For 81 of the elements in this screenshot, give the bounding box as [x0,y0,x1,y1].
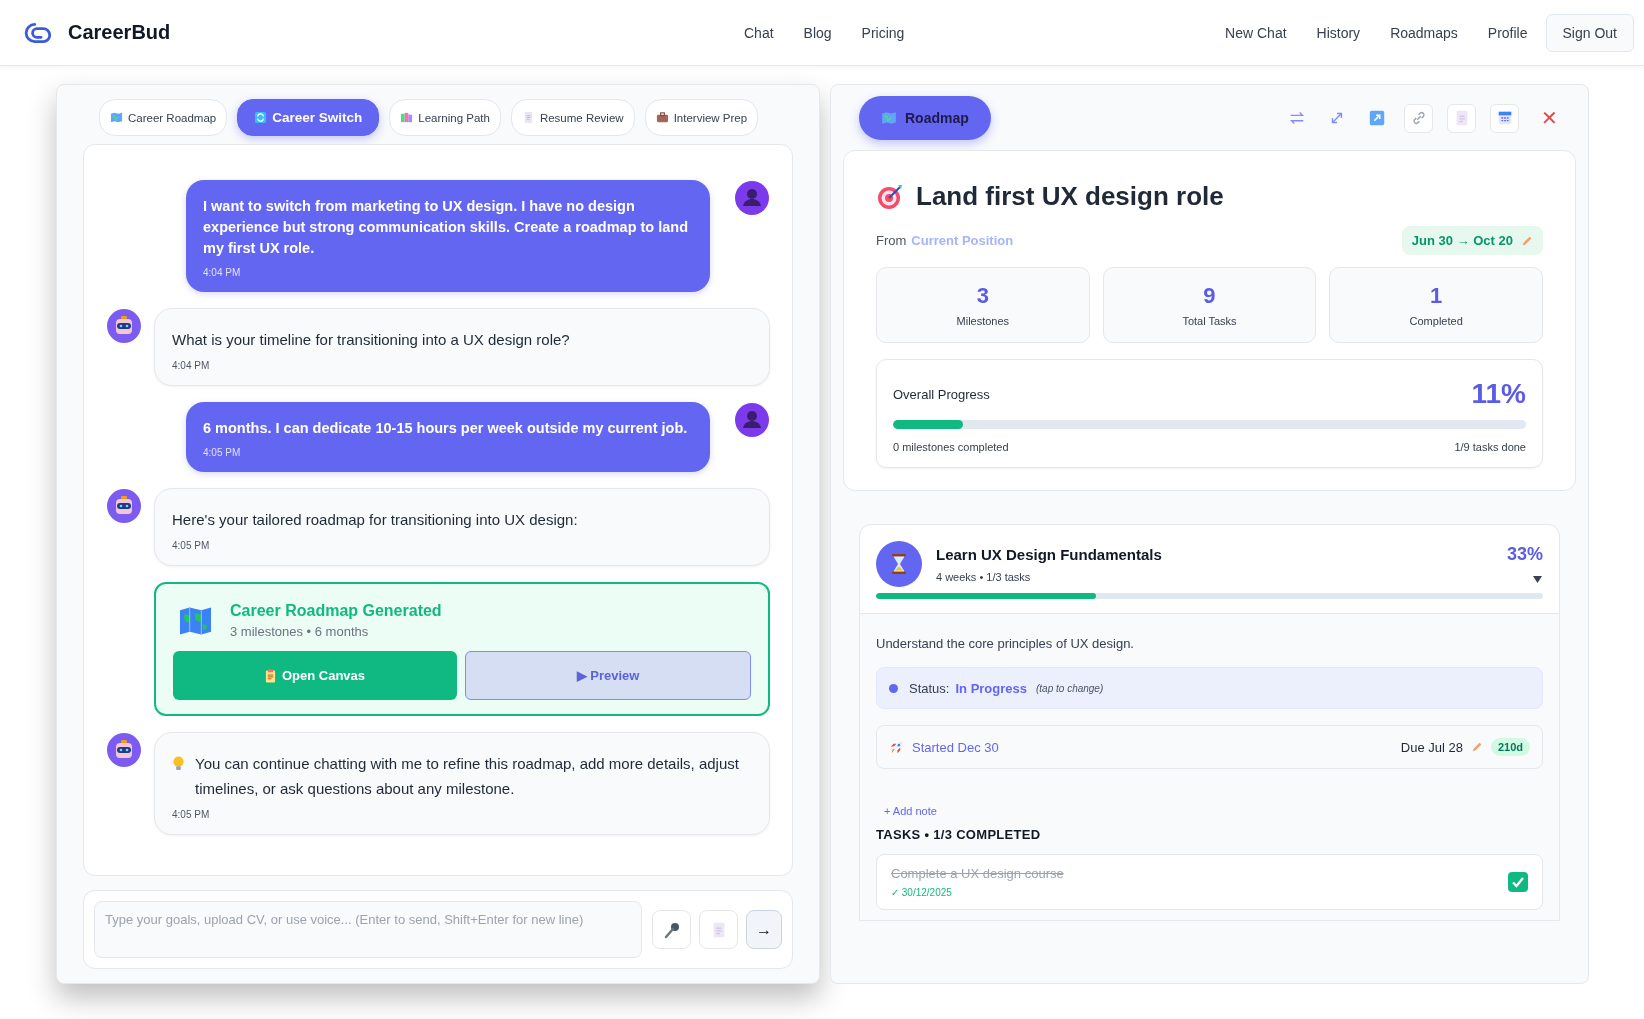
caret-icon[interactable] [1532,575,1543,584]
milestone-percent: 33% [1506,544,1543,565]
task-title: Complete a UX design course [891,866,1065,881]
nav-link[interactable]: Chat [744,24,774,41]
stat-value: 9 [1203,283,1216,309]
message-time: 4:05 PM [172,540,211,551]
external-link-icon[interactable] [1368,109,1386,127]
roadmap-tab[interactable]: Roadmap [859,96,991,140]
close-button[interactable]: ✕ [1539,106,1560,130]
bot-avatar-icon [106,732,142,768]
lightbulb-icon [172,755,185,772]
refresh-icon [254,111,268,124]
task-date: ✓ 30/12/2025 [891,887,953,898]
nav-link[interactable]: History [1316,24,1361,41]
nav-link[interactable]: Profile [1487,24,1528,41]
roadmap-title: Land first UX design role [916,181,1224,212]
hourglass-icon [876,541,922,587]
tab[interactable]: Career Roadmap [99,99,228,136]
user-avatar-icon [734,402,770,438]
message-text: What is your timeline for transitioning into a UX design role? [172,330,570,350]
milestone-description: Understand the core principles of UX design. [876,636,1135,651]
brand-name: CareerBud [68,21,171,44]
map-icon [881,110,897,126]
user-avatar-icon [734,180,770,216]
message-text: I want to switch from marketing to UX design. I have no design experience but strong communication skills. Create a roadmap to land my first UX role. [203,197,690,258]
sign-out-button[interactable]: Sign Out [1545,13,1634,52]
message-time: 4:04 PM [172,360,211,371]
nav-link[interactable]: Blog [803,24,832,41]
days-badge: 210d [1490,738,1530,756]
stat-value: 3 [976,283,989,309]
milestone-meta: 4 weeks • 1/3 tasks [936,570,1032,583]
progress-label: Overall Progress [893,386,990,402]
books-icon [400,111,414,124]
message-time: 4:05 PM [172,809,211,820]
card-subtitle: 3 milestones • 6 months [230,624,370,639]
message-text: 6 months. I can dedicate 10-15 hours per week outside my current job. [203,419,689,438]
stat-value: 1 [1430,283,1443,309]
tasks-heading: TASKS • 1/3 COMPLETED [876,827,1042,842]
message-time: 4:04 PM [203,267,242,278]
pencil-icon [1521,234,1533,247]
milestones-completed: 0 milestones completed [893,441,1009,453]
milestone-title: Learn UX Design Fundamentals [936,545,1163,563]
tab[interactable]: Interview Prep [644,99,759,136]
card-title: Career Roadmap Generated [230,602,442,620]
document-button[interactable] [1447,103,1476,133]
due-date: Due Jul 28 [1400,739,1463,755]
message-time: 4:05 PM [203,447,242,458]
message-input[interactable]: Type your goals, upload CV, or use voice... (Enter to send, Shift+Enter for new line) [94,901,642,958]
stat-label: Completed [1409,315,1463,327]
map-icon [179,605,212,636]
tasks-done: 1/9 tasks done [1454,441,1526,453]
task-checkbox[interactable] [1508,872,1528,892]
message-text: Here's your tailored roadmap for transitioning into UX design: [172,510,578,530]
message-text: You can continue chatting with me to refine this roadmap, add more details, adjust timelines, or ask questions about any milestone. [195,754,740,799]
status-selector[interactable]: Status: In Progress (tap to change) [876,667,1543,709]
link-button[interactable] [1404,103,1433,133]
nav-link[interactable]: New Chat [1225,24,1287,41]
from-label: From [876,233,907,248]
add-note-link[interactable]: + Add note [884,805,1543,817]
map-icon [110,111,123,124]
rocket-icon [889,739,904,755]
clipboard-icon [264,668,276,683]
target-icon [876,182,904,211]
nav-link[interactable]: Pricing [861,24,905,41]
tab[interactable]: Career Switch [237,99,380,136]
bot-avatar-icon [106,488,142,524]
stat-label: Milestones [956,315,1010,327]
briefcase-icon [655,111,669,124]
microphone-button[interactable] [652,910,691,949]
start-date: Started Dec 30 [912,739,999,755]
progress-percent: 11% [1471,378,1526,410]
swap-icon[interactable] [1288,109,1306,127]
tab[interactable]: Learning Path [389,99,501,136]
edit-icon[interactable] [1470,741,1483,753]
nav-link[interactable]: Roadmaps [1390,24,1458,41]
send-button[interactable]: → [746,910,782,949]
status-dot [889,683,898,693]
bot-avatar-icon [106,308,142,344]
calendar-button[interactable] [1490,103,1519,133]
tab[interactable]: Resume Review [510,99,635,136]
stat-label: Total Tasks [1182,315,1237,327]
